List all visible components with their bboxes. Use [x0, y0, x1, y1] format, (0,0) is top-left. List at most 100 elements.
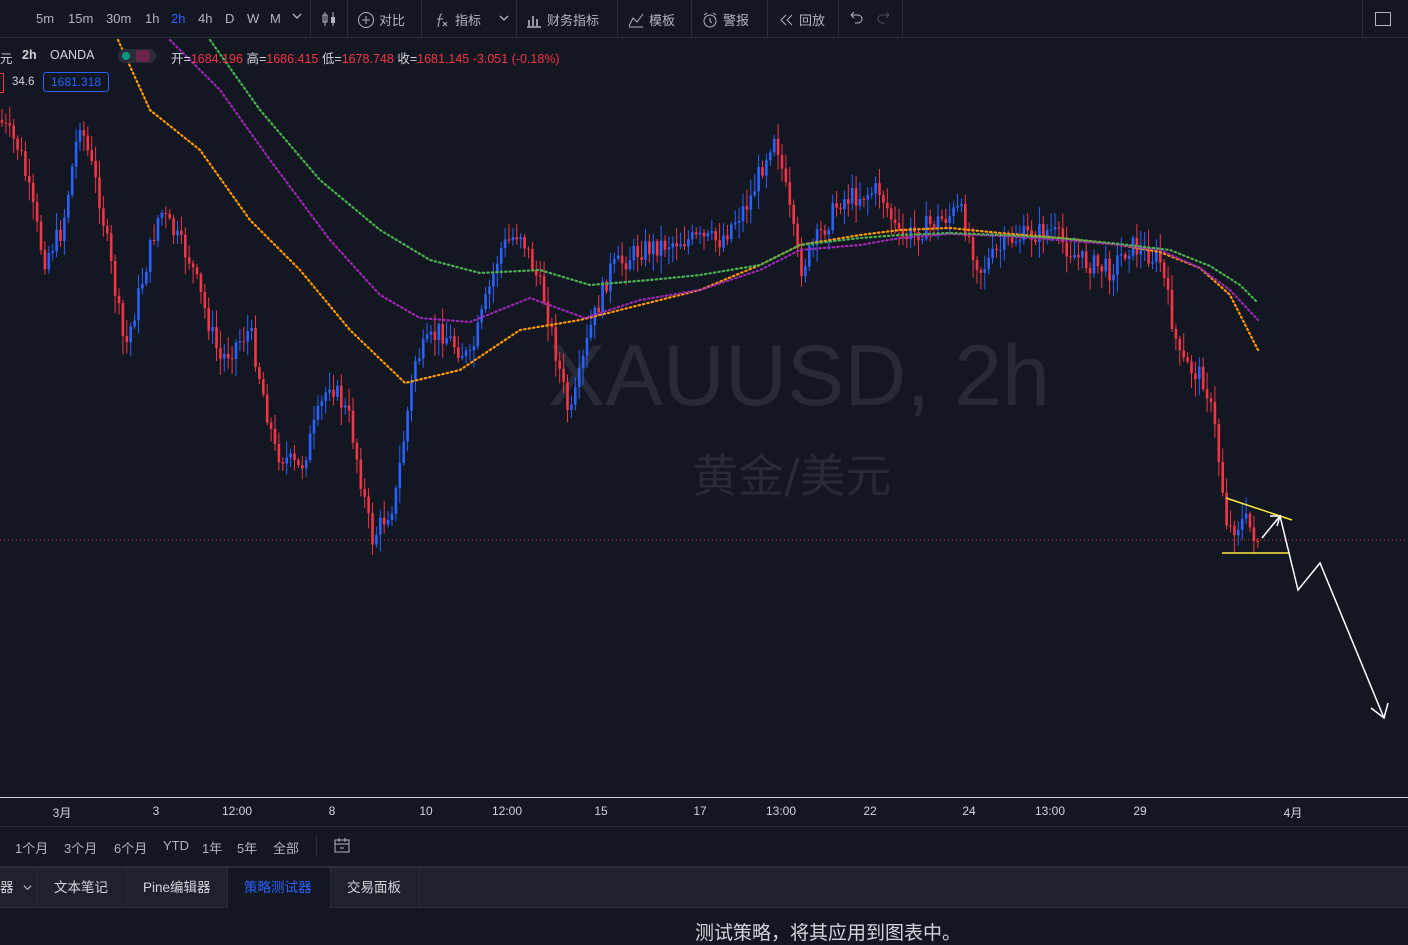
- candle-body: [733, 222, 737, 225]
- watermark-symbol: XAUUSD, 2h: [548, 328, 1050, 424]
- alerts-button[interactable]: 警报: [701, 10, 749, 29]
- indicators-button[interactable]: 指标: [433, 10, 481, 29]
- xaxis-label: 12:00: [221, 804, 253, 818]
- candle-body: [1057, 227, 1061, 229]
- candle-body: [86, 135, 90, 151]
- candle-body: [843, 199, 846, 210]
- candle-body: [238, 341, 242, 343]
- candle-body: [152, 239, 156, 241]
- fullscreen-button[interactable]: [1374, 10, 1392, 28]
- triangle-pattern-drawing[interactable]: [1222, 497, 1293, 554]
- candle-body: [1077, 254, 1080, 258]
- candles-type-button[interactable]: [320, 10, 338, 28]
- candle-body: [457, 347, 460, 359]
- candle-body: [667, 247, 671, 250]
- candle-body: [944, 218, 948, 223]
- candle-body: [102, 208, 105, 226]
- replay-button[interactable]: 回放: [777, 10, 825, 29]
- candle-body: [148, 239, 152, 273]
- open-value: 1684.196: [190, 52, 243, 66]
- timeframe-2h[interactable]: 2h: [171, 11, 185, 26]
- candle-body: [882, 194, 885, 203]
- templates-button[interactable]: 模板: [627, 10, 675, 29]
- candle-body: [921, 239, 924, 241]
- candle-body: [492, 273, 495, 287]
- time-axis[interactable]: 3月 3 12:00 8 10 12:00 15 17 13:00 22 24 …: [0, 797, 1408, 825]
- timeframe-30m[interactable]: 30m: [106, 11, 131, 26]
- range-6m[interactable]: 6个月: [114, 838, 147, 857]
- chevron-down-icon[interactable]: [292, 9, 302, 24]
- chevron-down-icon[interactable]: [499, 13, 509, 23]
- range-1m[interactable]: 1个月: [15, 838, 48, 857]
- timeframe-4h[interactable]: 4h: [198, 11, 212, 26]
- xaxis-label: 13:00: [765, 804, 797, 818]
- price-chart[interactable]: XAUUSD, 2h 黄金/美元: [0, 38, 1408, 798]
- low-value: 1678.748: [341, 52, 394, 66]
- candle-body: [1217, 424, 1221, 463]
- tab-strategy-tester[interactable]: 策略测试器: [228, 868, 331, 908]
- timeframe-m[interactable]: M: [270, 11, 281, 26]
- xaxis-label: 15: [594, 804, 608, 818]
- candle-body: [687, 239, 690, 247]
- template-icon: [628, 13, 644, 27]
- tab-text-notes[interactable]: 文本笔记: [38, 868, 127, 908]
- candle-body: [1240, 518, 1244, 530]
- projection-arrow-drawing[interactable]: [1261, 514, 1389, 720]
- candle-body: [0, 120, 4, 123]
- range-5y[interactable]: 5年: [237, 838, 257, 857]
- candle-body: [78, 130, 82, 142]
- candle-body: [831, 203, 834, 230]
- compare-button[interactable]: 对比: [357, 10, 405, 29]
- candle-body: [168, 213, 171, 219]
- compare-label: 对比: [379, 13, 406, 28]
- candle-body: [507, 239, 511, 241]
- candle-body: [538, 275, 542, 277]
- candle-body: [145, 272, 148, 284]
- range-ytd[interactable]: YTD: [163, 838, 189, 853]
- range-1y[interactable]: 1年: [202, 838, 222, 857]
- timeframe-w[interactable]: W: [247, 11, 259, 26]
- candle-body: [90, 150, 93, 162]
- xaxis-label: 24: [962, 804, 976, 818]
- tab-trading-panel[interactable]: 交易面板: [331, 868, 420, 908]
- candle-body: [371, 513, 374, 545]
- candle-body: [47, 253, 51, 270]
- candle-body: [659, 240, 663, 256]
- timeframe-1h[interactable]: 1h: [145, 11, 159, 26]
- candle-body: [94, 161, 97, 178]
- candle-body: [730, 224, 733, 240]
- candle-body: [952, 207, 955, 217]
- candle-body: [82, 130, 86, 136]
- tab-pine-editor[interactable]: Pine编辑器: [127, 868, 228, 908]
- candle-body: [987, 257, 990, 270]
- candle-body: [160, 212, 164, 218]
- market-status-badge[interactable]: [118, 49, 156, 63]
- candle-body: [624, 263, 628, 270]
- candle-body: [663, 240, 667, 250]
- xaxis-label: 12:00: [491, 804, 523, 818]
- redo-button[interactable]: [876, 10, 892, 26]
- range-all[interactable]: 全部: [273, 838, 299, 857]
- candle-body: [761, 167, 764, 176]
- candle-body: [527, 248, 530, 250]
- undo-button[interactable]: [848, 10, 864, 26]
- candle-body: [601, 281, 604, 313]
- date-range-icon[interactable]: [333, 837, 351, 860]
- timeframe-d[interactable]: D: [225, 11, 234, 26]
- candle-body: [347, 405, 351, 411]
- candle-body: [616, 255, 620, 259]
- high-label: 高=: [246, 52, 267, 66]
- timeframe-5m[interactable]: 5m: [36, 11, 54, 26]
- candle-body: [671, 243, 675, 248]
- candle-body: [418, 358, 421, 362]
- tab-screener[interactable]: 器: [0, 868, 38, 908]
- timeframe-15m[interactable]: 15m: [68, 11, 93, 26]
- financials-button[interactable]: 财务指标: [525, 10, 599, 29]
- candle-body: [304, 460, 308, 469]
- candle-body: [449, 336, 452, 339]
- candle-body: [967, 236, 971, 238]
- candle-body: [628, 260, 632, 270]
- candle-body: [488, 286, 491, 295]
- range-3m[interactable]: 3个月: [64, 838, 97, 857]
- candle-body: [74, 141, 78, 167]
